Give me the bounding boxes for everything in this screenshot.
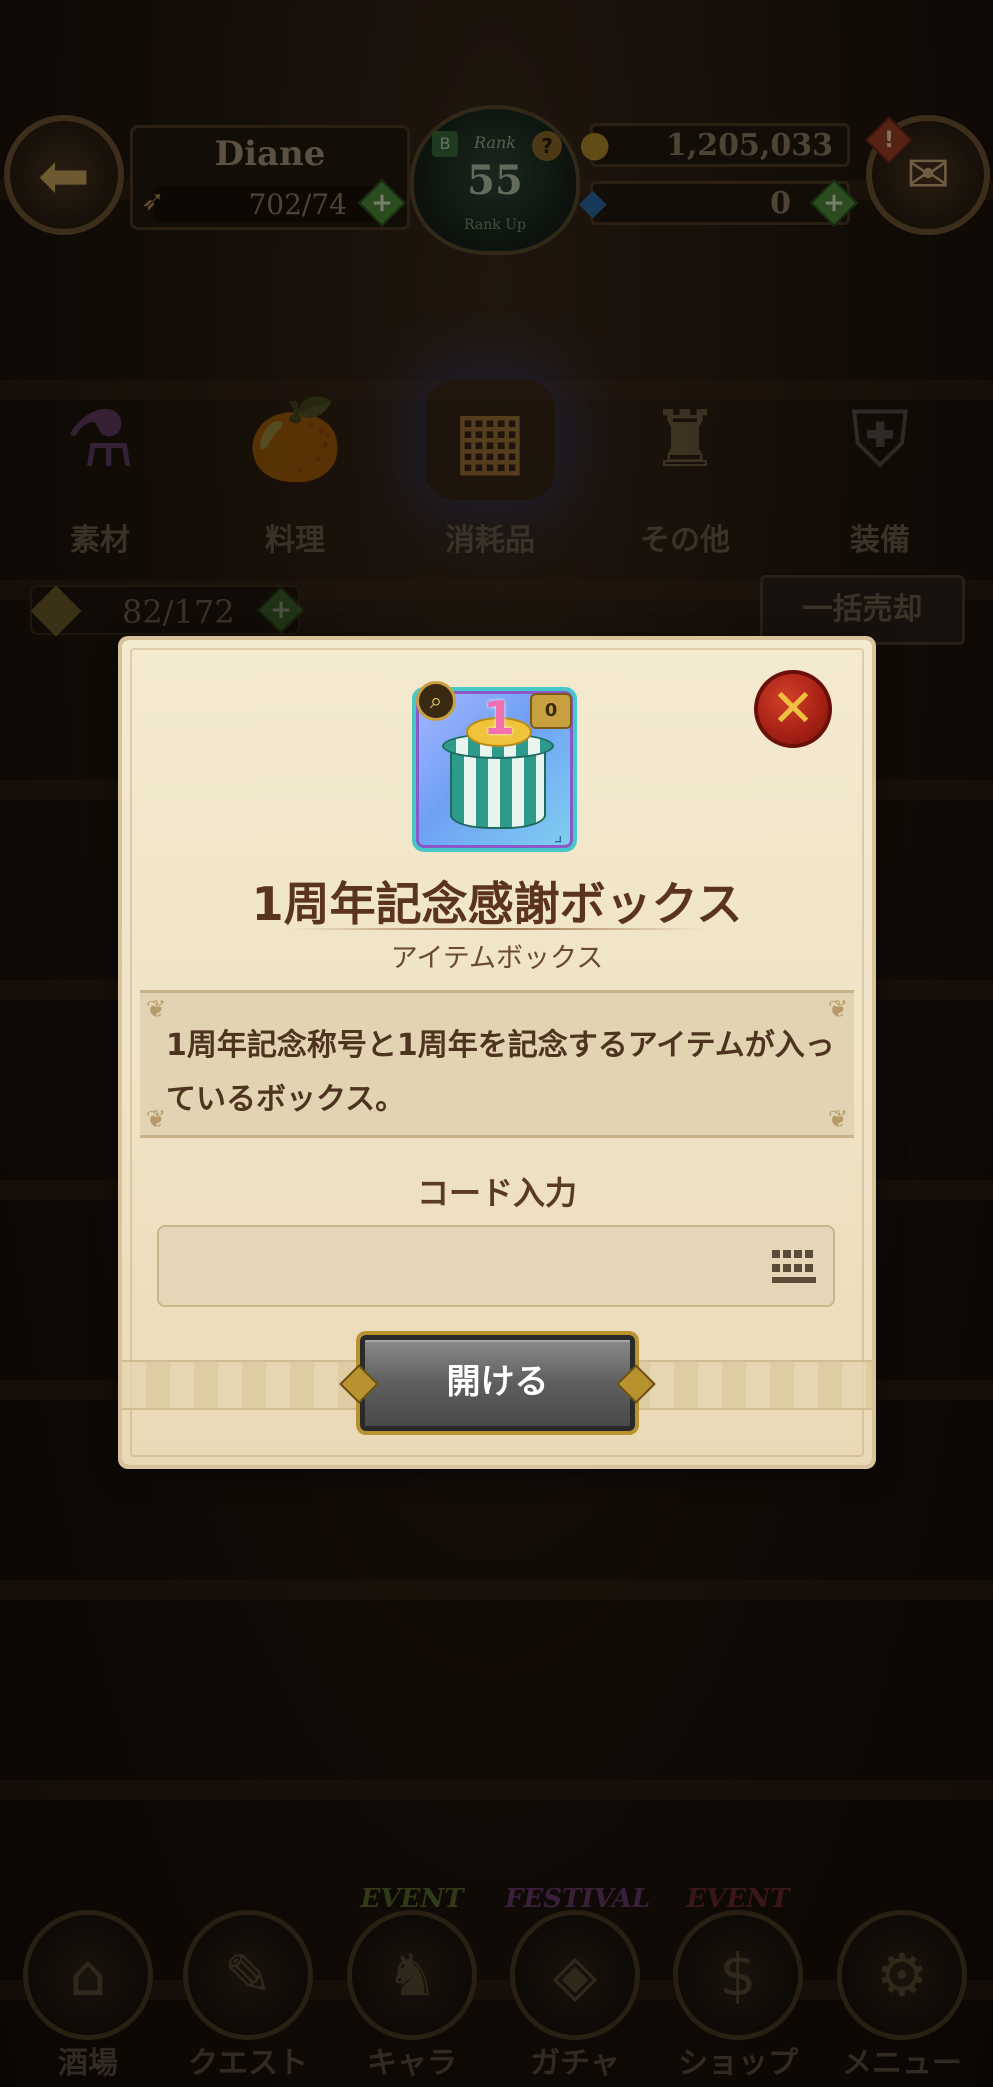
open-button[interactable]: 開ける [360, 1335, 635, 1431]
item-icon-frame: 1 ⌟ ⌕ 0 [412, 681, 577, 852]
close-icon: ✕ [771, 679, 815, 739]
ornament-icon: ❦ [146, 1105, 167, 1133]
title-divider [287, 928, 707, 930]
ornament-icon: ❦ [146, 995, 167, 1023]
item-description-box: ❦ ❦ ❦ ❦ 1周年記念称号と1周年を記念するアイテムが入っているボックス。 [140, 990, 854, 1138]
close-button[interactable]: ✕ [754, 670, 832, 748]
keypad-icon[interactable] [772, 1250, 816, 1286]
item-detail-dialog: ✕ 1 ⌟ ⌕ 0 1周年記念感謝ボックス アイテムボックス ❦ ❦ ❦ ❦ 1… [122, 640, 872, 1465]
lock-badge: 0 [530, 693, 572, 729]
anniversary-number: 1 [482, 691, 515, 745]
magnify-icon[interactable]: ⌕ [416, 681, 456, 721]
item-title: 1周年記念感謝ボックス [251, 877, 743, 931]
code-input-label: コード入力 [416, 1174, 577, 1212]
rarity-mark-icon: ⌟ [554, 825, 563, 846]
code-input[interactable] [157, 1225, 835, 1307]
item-category: アイテムボックス [390, 943, 604, 974]
item-description: 1周年記念称号と1周年を記念するアイテムが入っているボックス。 [166, 1028, 835, 1117]
